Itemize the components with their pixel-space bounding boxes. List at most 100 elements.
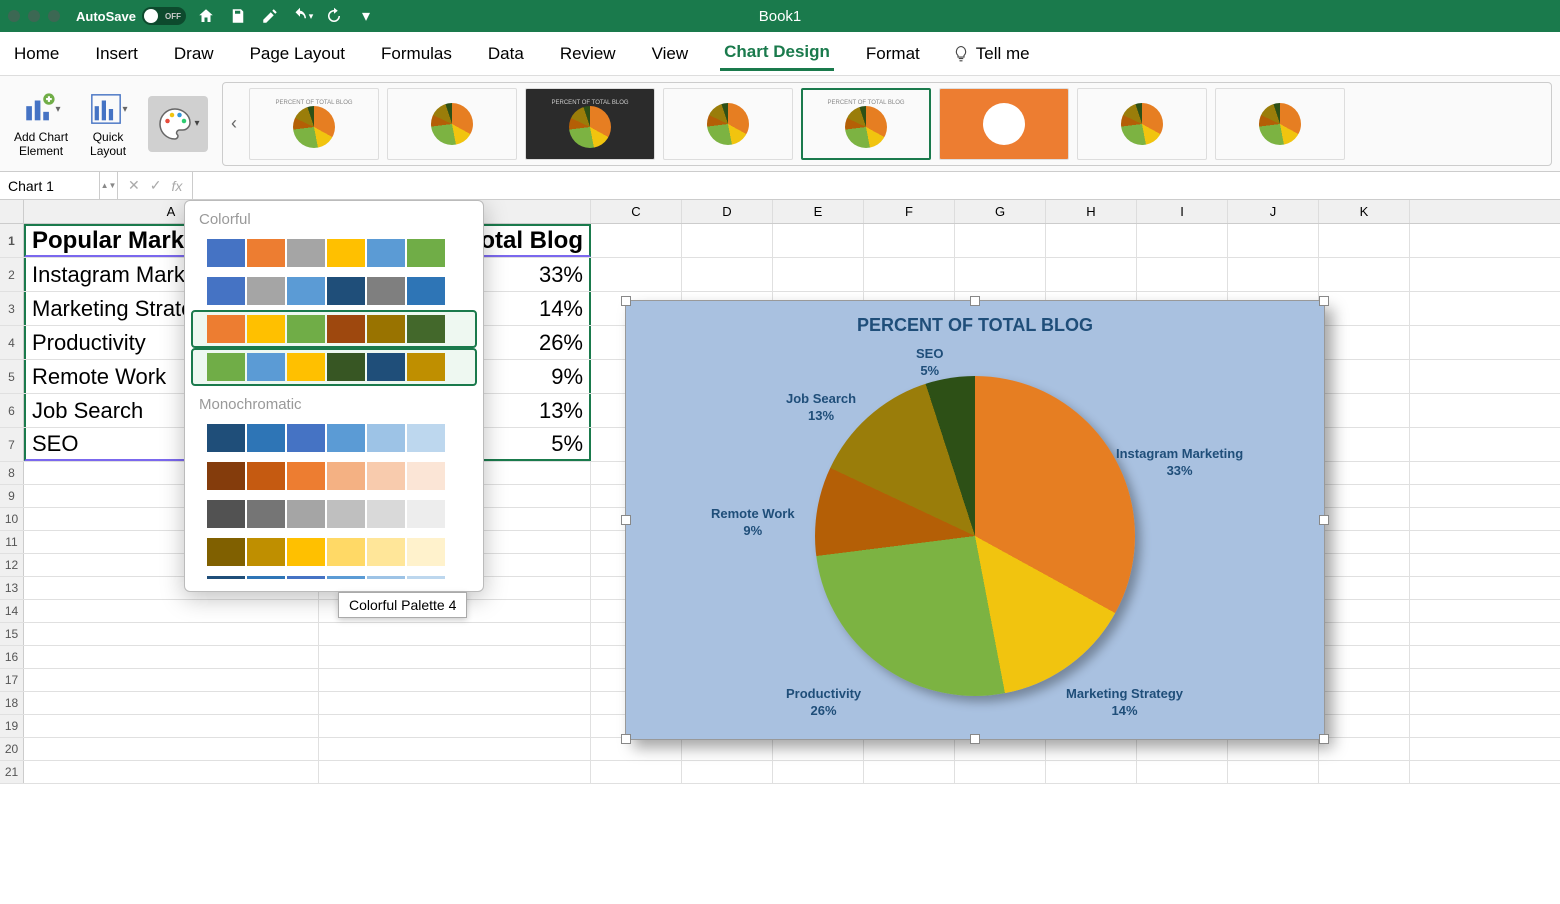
- row-header-11[interactable]: 11: [0, 531, 24, 553]
- window-controls: [8, 10, 60, 22]
- color-swatch: [247, 538, 285, 566]
- embedded-pie-chart[interactable]: PERCENT OF TOTAL BLOG Instagram Marketin…: [625, 300, 1325, 740]
- autosave-toggle[interactable]: AutoSave OFF: [76, 7, 186, 25]
- tab-chart-design[interactable]: Chart Design: [720, 36, 834, 71]
- col-header-g[interactable]: G: [955, 200, 1046, 223]
- edit-icon[interactable]: [258, 4, 282, 28]
- tab-home[interactable]: Home: [10, 38, 63, 70]
- data-label-instagram: Instagram Marketing33%: [1116, 446, 1243, 480]
- col-header-f[interactable]: F: [864, 200, 955, 223]
- row-header-19[interactable]: 19: [0, 715, 24, 737]
- row-header-5[interactable]: 5: [0, 360, 24, 393]
- row-header-8[interactable]: 8: [0, 462, 24, 484]
- tab-view[interactable]: View: [648, 38, 693, 70]
- color-swatch: [367, 239, 405, 267]
- resize-handle-tr[interactable]: [1319, 296, 1329, 306]
- resize-handle-br[interactable]: [1319, 734, 1329, 744]
- row-header-3[interactable]: 3: [0, 292, 24, 325]
- color-swatch: [247, 315, 285, 343]
- tab-draw[interactable]: Draw: [170, 38, 218, 70]
- col-header-j[interactable]: J: [1228, 200, 1319, 223]
- tab-insert[interactable]: Insert: [91, 38, 142, 70]
- undo-icon[interactable]: ▾: [290, 4, 314, 28]
- row-header-21[interactable]: 21: [0, 761, 24, 783]
- chart-style-4[interactable]: [663, 88, 793, 160]
- col-header-c[interactable]: C: [591, 200, 682, 223]
- repeat-icon[interactable]: [322, 4, 346, 28]
- row-header-16[interactable]: 16: [0, 646, 24, 668]
- chart-style-5[interactable]: PERCENT OF TOTAL BLOG: [801, 88, 931, 160]
- row-header-12[interactable]: 12: [0, 554, 24, 576]
- chart-style-1[interactable]: PERCENT OF TOTAL BLOG: [249, 88, 379, 160]
- col-header-h[interactable]: H: [1046, 200, 1137, 223]
- resize-handle-tl[interactable]: [621, 296, 631, 306]
- fx-icon[interactable]: fx: [171, 178, 182, 194]
- chart-style-2[interactable]: [387, 88, 517, 160]
- col-header-e[interactable]: E: [773, 200, 864, 223]
- quick-layout-button[interactable]: ▾ Quick Layout: [82, 89, 134, 157]
- palette-option[interactable]: [191, 348, 477, 386]
- chart-style-3[interactable]: PERCENT OF TOTAL BLOG: [525, 88, 655, 160]
- tab-page-layout[interactable]: Page Layout: [246, 38, 349, 70]
- col-header-d[interactable]: D: [682, 200, 773, 223]
- zoom-window-icon[interactable]: [48, 10, 60, 22]
- color-swatch: [287, 462, 325, 490]
- tell-me-search[interactable]: Tell me: [952, 44, 1030, 64]
- name-box[interactable]: Chart 1: [0, 172, 100, 199]
- tab-formulas[interactable]: Formulas: [377, 38, 456, 70]
- palette-option[interactable]: [191, 457, 477, 495]
- qat-customize-icon[interactable]: ▾: [354, 4, 378, 28]
- resize-handle-b[interactable]: [970, 734, 980, 744]
- row-header-18[interactable]: 18: [0, 692, 24, 714]
- add-chart-element-button[interactable]: ▾ Add Chart Element: [8, 89, 74, 157]
- chart-style-6[interactable]: [939, 88, 1069, 160]
- row-header-7[interactable]: 7: [0, 428, 24, 461]
- minimize-window-icon[interactable]: [28, 10, 40, 22]
- change-colors-button[interactable]: ▾: [142, 96, 214, 152]
- chart-style-8[interactable]: [1215, 88, 1345, 160]
- close-window-icon[interactable]: [8, 10, 20, 22]
- row-header-9[interactable]: 9: [0, 485, 24, 507]
- row-header-14[interactable]: 14: [0, 600, 24, 622]
- row-header-10[interactable]: 10: [0, 508, 24, 530]
- tab-data[interactable]: Data: [484, 38, 528, 70]
- palette-option[interactable]: [191, 234, 477, 272]
- cancel-formula-icon[interactable]: ✕: [128, 177, 140, 194]
- row-header-4[interactable]: 4: [0, 326, 24, 359]
- color-swatch: [207, 500, 245, 528]
- resize-handle-bl[interactable]: [621, 734, 631, 744]
- row-header-20[interactable]: 20: [0, 738, 24, 760]
- color-swatch: [407, 500, 445, 528]
- tab-review[interactable]: Review: [556, 38, 620, 70]
- chart-title[interactable]: PERCENT OF TOTAL BLOG: [626, 301, 1324, 336]
- color-swatch: [327, 424, 365, 452]
- row-header-15[interactable]: 15: [0, 623, 24, 645]
- color-swatch: [327, 277, 365, 305]
- palette-option[interactable]: [191, 272, 477, 310]
- resize-handle-t[interactable]: [970, 296, 980, 306]
- palette-option[interactable]: [191, 310, 477, 348]
- palette-tooltip: Colorful Palette 4: [338, 592, 467, 618]
- col-header-i[interactable]: I: [1137, 200, 1228, 223]
- row-header-2[interactable]: 2: [0, 258, 24, 291]
- save-icon[interactable]: [226, 4, 250, 28]
- data-label-productivity: Productivity26%: [786, 686, 861, 720]
- col-header-k[interactable]: K: [1319, 200, 1410, 223]
- enter-formula-icon[interactable]: ✓: [150, 177, 162, 194]
- name-box-spinner[interactable]: ▲▼: [100, 172, 118, 199]
- palette-option[interactable]: [191, 419, 477, 457]
- worksheet-grid[interactable]: A B C D E F G H I J K 1 Popular Marketin…: [0, 200, 1560, 904]
- row-header-13[interactable]: 13: [0, 577, 24, 599]
- gallery-prev-icon[interactable]: ‹: [227, 113, 241, 134]
- row-header-6[interactable]: 6: [0, 394, 24, 427]
- palette-option[interactable]: [191, 571, 477, 581]
- color-swatch: [287, 239, 325, 267]
- pie-plot[interactable]: [815, 376, 1135, 696]
- tab-format[interactable]: Format: [862, 38, 924, 70]
- chart-style-7[interactable]: [1077, 88, 1207, 160]
- palette-option[interactable]: [191, 533, 477, 571]
- row-header-17[interactable]: 17: [0, 669, 24, 691]
- row-header-1[interactable]: 1: [0, 224, 24, 257]
- palette-option[interactable]: [191, 495, 477, 533]
- home-icon[interactable]: [194, 4, 218, 28]
